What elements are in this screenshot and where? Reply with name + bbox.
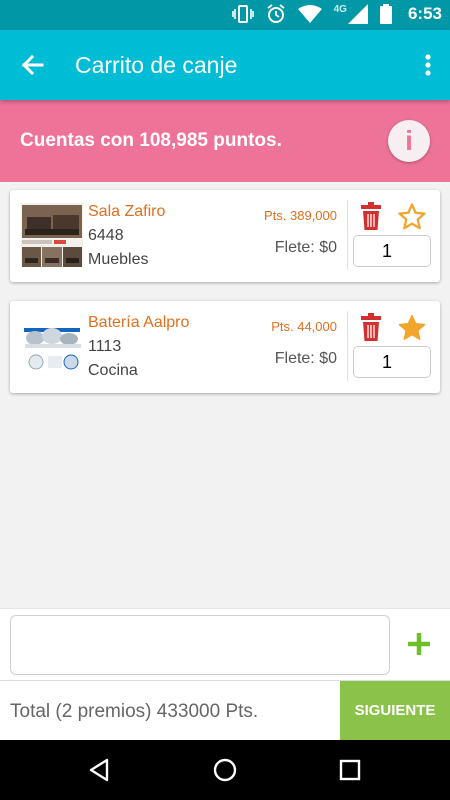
comment-input[interactable] xyxy=(10,615,390,675)
trash-icon[interactable] xyxy=(360,202,382,230)
quantity-field[interactable]: 1 xyxy=(353,346,431,378)
network-type: 4G xyxy=(333,4,347,15)
wifi-icon xyxy=(297,5,322,23)
trash-icon[interactable] xyxy=(360,313,382,341)
signal-icon xyxy=(347,4,368,24)
item-category: Muebles xyxy=(88,251,149,268)
item-code: 1113 xyxy=(88,338,122,355)
total-summary: Total (2 premios) 433000 Pts. xyxy=(10,701,259,722)
item-code: 6448 xyxy=(88,227,124,244)
item-points: Pts. 389,000 xyxy=(264,208,337,223)
comment-area xyxy=(0,608,450,680)
status-time: 6:53 xyxy=(407,4,442,23)
product-thumbnail-sofa[interactable] xyxy=(21,203,83,267)
app-bar: Carrito de canje xyxy=(0,30,450,100)
item-shipping: Flete: $0 xyxy=(274,239,337,256)
more-vert-icon[interactable] xyxy=(418,47,438,83)
page-title: Carrito de canje xyxy=(75,52,238,78)
item-category: Cocina xyxy=(88,362,138,379)
points-balance-text: Cuentas con 108,985 puntos. xyxy=(20,130,282,151)
battery-icon xyxy=(379,4,392,24)
footer-bar: Total (2 premios) 433000 Pts. SIGUIENTE xyxy=(0,680,450,741)
item-shipping: Flete: $0 xyxy=(274,350,337,367)
status-bar: 4G 6:53 xyxy=(0,0,450,30)
cart-item: Batería Aalpro 1113 Cocina Pts. 44,000 F… xyxy=(10,301,440,393)
quantity-field[interactable]: 1 xyxy=(353,235,431,267)
system-nav-bar xyxy=(0,740,450,800)
item-name[interactable]: Sala Zafiro xyxy=(88,203,165,221)
star-filled-icon[interactable] xyxy=(397,313,427,343)
arrow-back-icon[interactable] xyxy=(14,47,50,83)
alarm-icon xyxy=(267,4,285,23)
next-button[interactable]: SIGUIENTE xyxy=(340,681,450,741)
star-outline-icon[interactable] xyxy=(397,202,427,232)
divider xyxy=(347,200,348,270)
info-icon: i xyxy=(405,125,413,156)
info-button[interactable]: i xyxy=(388,120,430,162)
status-icons: 4G 6:53 xyxy=(231,4,442,24)
vibrate-icon xyxy=(231,5,254,23)
recents-square-icon[interactable] xyxy=(335,755,365,785)
divider xyxy=(347,311,348,381)
item-name[interactable]: Batería Aalpro xyxy=(88,314,189,332)
item-points: Pts. 44,000 xyxy=(271,319,337,334)
home-circle-icon[interactable] xyxy=(210,755,240,785)
plus-icon[interactable] xyxy=(404,629,434,659)
product-thumbnail-cookware[interactable] xyxy=(21,314,83,378)
back-triangle-icon[interactable] xyxy=(85,755,115,785)
cart-item: Sala Zafiro 6448 Muebles Pts. 389,000 Fl… xyxy=(10,190,440,282)
points-banner: Cuentas con 108,985 puntos. xyxy=(0,100,450,182)
